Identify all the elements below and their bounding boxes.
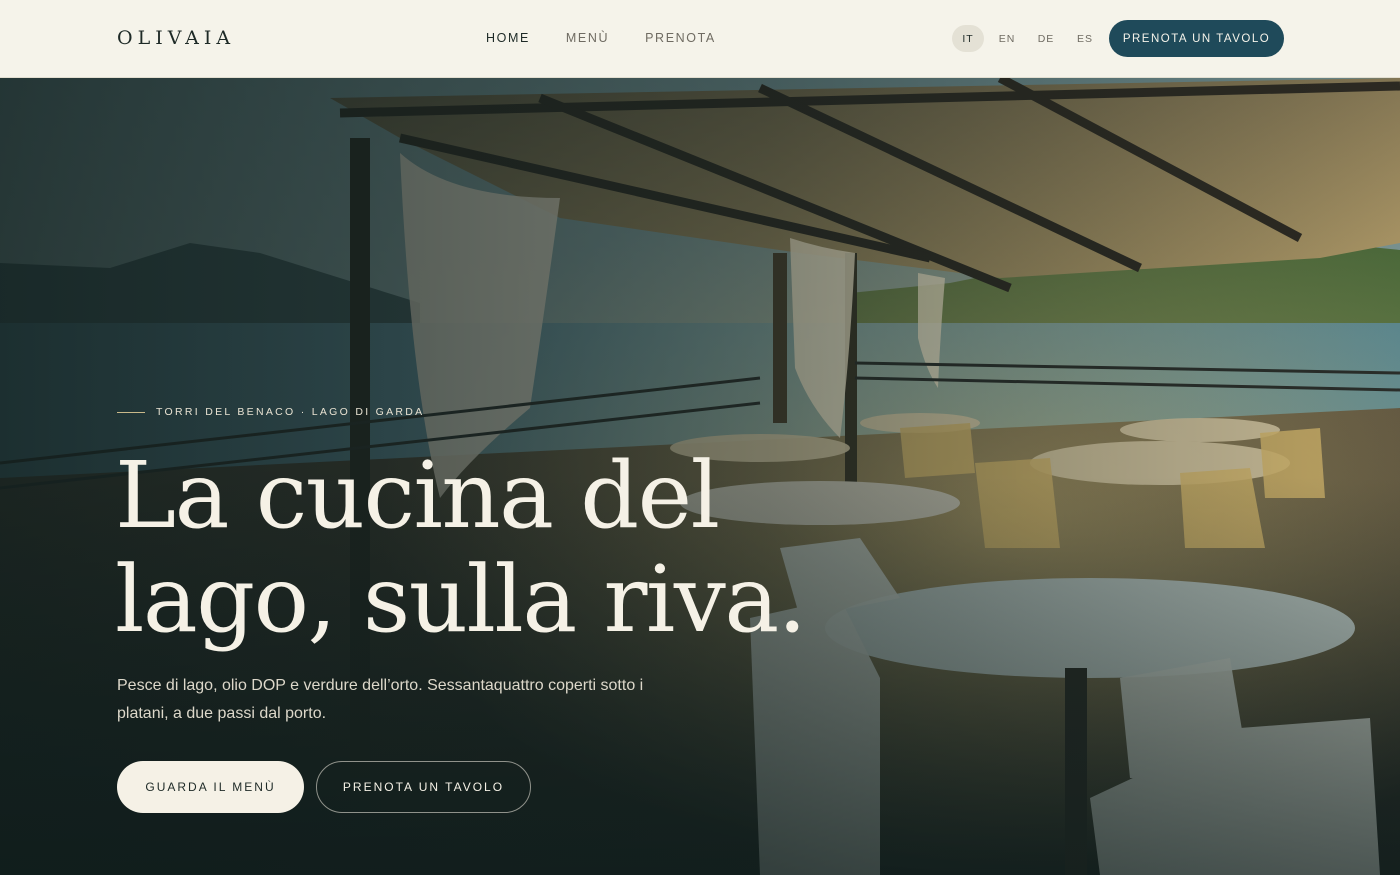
nav-item-home[interactable]: HOME <box>486 31 530 45</box>
language-switcher: IT EN DE ES <box>952 25 1101 52</box>
lang-es-button[interactable]: ES <box>1069 25 1101 52</box>
headline-line-1: La cucina del <box>115 442 720 549</box>
nav-item-menu[interactable]: MENÙ <box>566 31 609 45</box>
view-menu-button[interactable]: GUARDA IL MENÙ <box>117 761 304 813</box>
eyebrow-rule <box>117 411 145 413</box>
lang-en-button[interactable]: EN <box>991 25 1023 52</box>
header-book-table-button[interactable]: PRENOTA UN TAVOLO <box>1109 20 1284 57</box>
hero-book-table-button[interactable]: PRENOTA UN TAVOLO <box>316 761 531 813</box>
nav-item-prenota[interactable]: PRENOTA <box>645 31 716 45</box>
main-nav: HOME MENÙ PRENOTA <box>486 31 716 45</box>
brand-logo[interactable]: OLIVAIA <box>117 27 235 49</box>
headline-line-2: lago, sulla riva. <box>115 546 807 653</box>
hero-lede: Pesce di lago, olio DOP e verdure dell’o… <box>117 677 644 722</box>
site-header: OLIVAIA HOME MENÙ PRENOTA IT EN DE ES PR… <box>0 0 1400 78</box>
eyebrow-location: TORRI DEL BENACO · LAGO DI GARDA <box>156 406 425 418</box>
hero-headline: La cucina del lago, sulla riva. <box>115 444 875 652</box>
lang-it-button[interactable]: IT <box>952 25 984 52</box>
lang-de-button[interactable]: DE <box>1030 25 1062 52</box>
hero-eyebrow: TORRI DEL BENACO · LAGO DI GARDA <box>117 406 424 418</box>
